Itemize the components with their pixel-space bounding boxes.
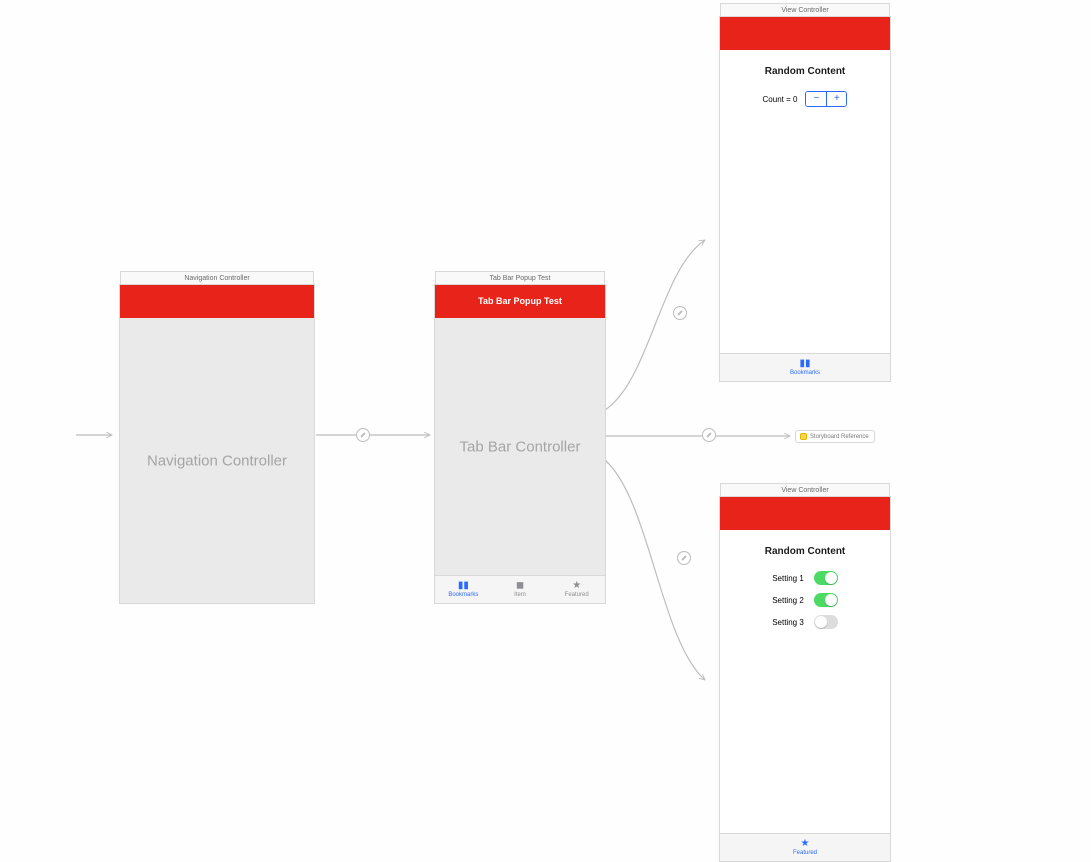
setting-switch-3[interactable] bbox=[814, 615, 838, 629]
tab-item-label: Bookmarks bbox=[790, 370, 820, 376]
bookmark-icon: ▮▮ bbox=[799, 359, 810, 369]
segue-badge bbox=[677, 551, 691, 565]
square-icon: ◼ bbox=[516, 581, 524, 591]
scene-title: View Controller bbox=[720, 3, 890, 16]
setting-switch-1[interactable] bbox=[814, 571, 838, 585]
star-icon: ★ bbox=[572, 581, 581, 591]
tab-item-featured[interactable]: ★Featured bbox=[548, 576, 605, 603]
setting-label: Setting 2 bbox=[772, 596, 804, 605]
tab-item-featured[interactable]: ★Featured bbox=[720, 834, 890, 861]
tab-item-label: Featured bbox=[565, 592, 589, 598]
nav-bar bbox=[720, 497, 890, 530]
setting-label: Setting 3 bbox=[772, 618, 804, 627]
tab-item-bookmarks[interactable]: ▮▮Bookmarks bbox=[720, 354, 890, 381]
storyboard-reference-label: Storyboard Reference bbox=[810, 434, 869, 440]
center-label: Navigation Controller bbox=[120, 452, 314, 469]
tab-item-label: Bookmarks bbox=[448, 592, 478, 598]
nav-bar bbox=[120, 285, 314, 318]
scene-tab-bar-controller[interactable]: Tab Bar Popup Test Tab Bar Popup Test Ta… bbox=[434, 284, 606, 604]
nav-bar bbox=[720, 17, 890, 50]
segue-badge bbox=[356, 428, 370, 442]
scene-title: Navigation Controller bbox=[120, 271, 314, 284]
stepper-decrement[interactable]: − bbox=[806, 92, 826, 106]
content-header: Random Content bbox=[720, 66, 890, 77]
content-header: Random Content bbox=[720, 546, 890, 557]
tab-bar: ★Featured bbox=[720, 833, 890, 861]
scene-body: Navigation Controller bbox=[120, 318, 314, 603]
count-label: Count = 0 bbox=[763, 95, 798, 104]
center-label: Tab Bar Controller bbox=[435, 438, 605, 455]
scene-view-controller-bottom[interactable]: View Controller Random Content Setting 1… bbox=[719, 496, 891, 862]
settings-row: Setting 3 bbox=[720, 611, 890, 633]
scene-body: Tab Bar Controller bbox=[435, 318, 605, 575]
storyboard-icon bbox=[800, 433, 807, 440]
storyboard-reference[interactable]: Storyboard Reference bbox=[795, 430, 875, 443]
tab-item-label: Featured bbox=[793, 850, 817, 856]
count-stepper[interactable]: − + bbox=[805, 91, 847, 107]
tab-item-item[interactable]: ◼Item bbox=[492, 576, 549, 603]
scene-navigation-controller[interactable]: Navigation Controller Navigation Control… bbox=[119, 284, 315, 604]
tab-item-bookmarks[interactable]: ▮▮Bookmarks bbox=[435, 576, 492, 603]
star-icon: ★ bbox=[801, 839, 810, 849]
setting-label: Setting 1 bbox=[772, 574, 804, 583]
scene-view-controller-top[interactable]: View Controller Random Content Count = 0… bbox=[719, 16, 891, 382]
stepper-increment[interactable]: + bbox=[826, 92, 846, 106]
bookmark-icon: ▮▮ bbox=[458, 581, 469, 591]
setting-switch-2[interactable] bbox=[814, 593, 838, 607]
segue-badge bbox=[673, 306, 687, 320]
nav-bar: Tab Bar Popup Test bbox=[435, 285, 605, 318]
scene-title: Tab Bar Popup Test bbox=[435, 271, 605, 284]
scene-title: View Controller bbox=[720, 483, 890, 496]
tab-item-label: Item bbox=[514, 592, 526, 598]
segue-badge bbox=[702, 428, 716, 442]
tab-bar: ▮▮Bookmarks bbox=[720, 353, 890, 381]
settings-row: Setting 2 bbox=[720, 589, 890, 611]
settings-row: Setting 1 bbox=[720, 567, 890, 589]
tab-bar: ▮▮Bookmarks◼Item★Featured bbox=[435, 575, 605, 603]
